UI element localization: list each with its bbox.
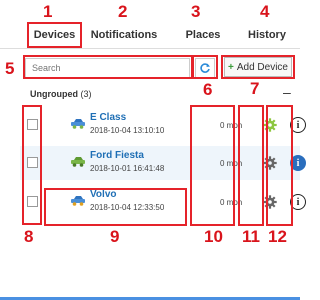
group-count: (3) [80,89,92,99]
vehicle-name-link[interactable]: Volvo [90,189,116,200]
search-input[interactable] [25,58,190,78]
annotation-number-6: 6 [203,80,213,99]
tab-places[interactable]: Places [168,22,238,48]
row-checkbox[interactable] [27,157,38,168]
vehicle-speed: 0 mph [220,121,243,130]
row-checkbox[interactable] [27,119,38,130]
gear-icon[interactable] [263,118,277,132]
info-icon[interactable]: i [290,117,306,133]
annotation-number-10: 10 [204,227,223,246]
annotation-number-5: 5 [5,59,15,78]
annotation-number-8: 8 [24,227,34,246]
annotation-number-12: 12 [268,227,287,246]
tab-history[interactable]: History [238,22,296,48]
info-icon[interactable]: i [290,155,306,171]
add-device-button[interactable]: + Add Device [224,57,292,77]
info-icon[interactable]: i [290,194,306,210]
device-row[interactable]: E Class 2018-10-04 13:10:10 0 mph i [20,108,306,142]
annotation-number-1: 1 [43,2,53,21]
device-row[interactable]: Volvo 2018-10-04 12:33:50 0 mph i [20,185,306,219]
car-icon [71,119,85,129]
annotation-number-3: 3 [191,2,201,21]
tab-devices[interactable]: Devices [27,22,82,48]
vehicle-speed: 0 mph [220,159,243,168]
refresh-icon [200,63,210,73]
group-name: Ungrouped [30,89,78,99]
annotation-number-4: 4 [260,2,270,21]
collapse-group-button[interactable]: – [283,84,291,100]
car-icon [71,157,85,167]
tabs-divider [0,48,300,49]
gear-icon[interactable] [263,156,277,170]
add-device-label: Add Device [236,61,288,73]
vehicle-last-update: 2018-10-01 16:41:48 [90,164,165,173]
vehicle-last-update: 2018-10-04 12:33:50 [90,203,165,212]
annotation-number-2: 2 [118,2,128,21]
gear-icon[interactable] [263,195,277,209]
group-header: Ungrouped (3) [30,89,92,99]
annotation-number-11: 11 [242,227,260,246]
refresh-button[interactable] [195,58,215,78]
vehicle-name-link[interactable]: E Class [90,112,126,123]
row-checkbox[interactable] [27,196,38,207]
annotation-number-7: 7 [250,79,260,98]
device-row[interactable]: Ford Fiesta 2018-10-01 16:41:48 0 mph i [20,146,306,180]
vehicle-speed: 0 mph [220,198,243,207]
vehicle-last-update: 2018-10-04 13:10:10 [90,126,165,135]
plus-icon: + [228,61,234,73]
vehicle-name-link[interactable]: Ford Fiesta [90,150,144,161]
tab-notifications[interactable]: Notifications [88,22,160,48]
annotation-number-9: 9 [110,227,120,246]
car-icon [71,196,85,206]
